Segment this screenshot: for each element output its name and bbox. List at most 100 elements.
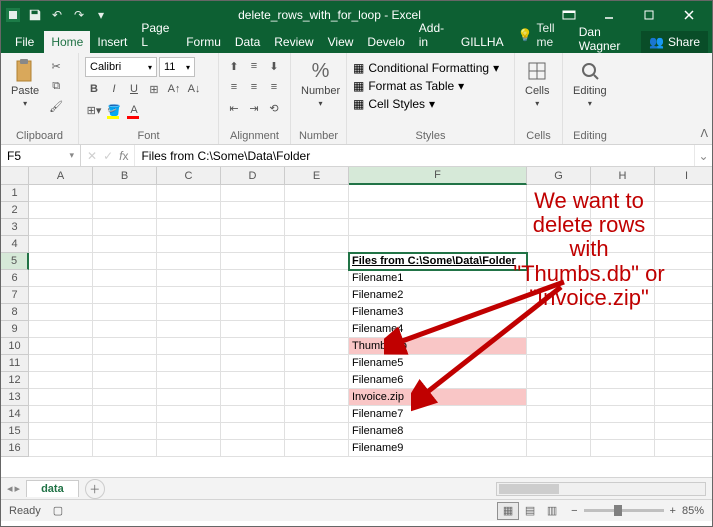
save-icon[interactable] [27, 7, 43, 23]
cell-E16[interactable] [285, 440, 349, 457]
cell-E15[interactable] [285, 423, 349, 440]
cell-F14[interactable]: Filename7 [349, 406, 527, 423]
cell-B12[interactable] [93, 372, 157, 389]
name-box[interactable]: F5▾ [1, 145, 81, 166]
cell-I5[interactable] [655, 253, 712, 270]
cell-B16[interactable] [93, 440, 157, 457]
tab-insert[interactable]: Insert [90, 31, 134, 53]
cell-C7[interactable] [157, 287, 221, 304]
cell-E8[interactable] [285, 304, 349, 321]
spreadsheet-grid[interactable]: ABCDEFGHIJ12345Files from C:\Some\Data\F… [1, 167, 712, 477]
align-left-icon[interactable]: ≡ [225, 78, 243, 96]
cell-A11[interactable] [29, 355, 93, 372]
cell-A1[interactable] [29, 185, 93, 202]
tab-file[interactable]: File [5, 31, 44, 53]
row-header-2[interactable]: 2 [1, 202, 29, 219]
align-top-icon[interactable]: ⬆ [225, 57, 243, 75]
cell-H8[interactable] [591, 304, 655, 321]
cell-E11[interactable] [285, 355, 349, 372]
cell-E14[interactable] [285, 406, 349, 423]
cell-G6[interactable] [527, 270, 591, 287]
cell-I6[interactable] [655, 270, 712, 287]
font-name-select[interactable]: Calibri ▾ [85, 57, 157, 77]
cell-C14[interactable] [157, 406, 221, 423]
cell-A4[interactable] [29, 236, 93, 253]
cell-D1[interactable] [221, 185, 285, 202]
font-size-select[interactable]: 11 ▾ [159, 57, 195, 77]
cell-B2[interactable] [93, 202, 157, 219]
cell-A5[interactable] [29, 253, 93, 270]
cell-E9[interactable] [285, 321, 349, 338]
cell-B8[interactable] [93, 304, 157, 321]
cell-B1[interactable] [93, 185, 157, 202]
align-center-icon[interactable]: ≡ [245, 78, 263, 96]
user-name[interactable]: Dan Wagner [571, 25, 641, 53]
cell-I14[interactable] [655, 406, 712, 423]
cell-B9[interactable] [93, 321, 157, 338]
row-header-13[interactable]: 13 [1, 389, 29, 406]
fx-icon[interactable]: fx [119, 149, 128, 163]
zoom-in-icon[interactable]: + [670, 505, 676, 517]
cell-I11[interactable] [655, 355, 712, 372]
cell-A2[interactable] [29, 202, 93, 219]
tab-developer[interactable]: Develo [360, 31, 411, 53]
sheet-prev-icon[interactable]: ◂ [7, 482, 13, 495]
row-header-1[interactable]: 1 [1, 185, 29, 202]
cell-A15[interactable] [29, 423, 93, 440]
tab-formulas[interactable]: Formu [179, 31, 228, 53]
cell-C12[interactable] [157, 372, 221, 389]
cell-D11[interactable] [221, 355, 285, 372]
cell-H15[interactable] [591, 423, 655, 440]
col-header-I[interactable]: I [655, 167, 712, 185]
cell-A12[interactable] [29, 372, 93, 389]
cell-F6[interactable]: Filename1 [349, 270, 527, 287]
cell-H12[interactable] [591, 372, 655, 389]
col-header-C[interactable]: C [157, 167, 221, 185]
cell-F10[interactable]: Thumbs.db [349, 338, 527, 355]
cell-B5[interactable] [93, 253, 157, 270]
tab-page-layout[interactable]: Page L [134, 17, 179, 53]
undo-icon[interactable]: ↶ [49, 7, 65, 23]
conditional-formatting-button[interactable]: ▦Conditional Formatting ▾ [353, 61, 499, 75]
cell-C8[interactable] [157, 304, 221, 321]
format-painter-icon[interactable]: 🖌 [47, 97, 65, 115]
row-header-12[interactable]: 12 [1, 372, 29, 389]
cell-D15[interactable] [221, 423, 285, 440]
cell-E5[interactable] [285, 253, 349, 270]
orientation-icon[interactable]: ⟲ [265, 99, 283, 117]
page-break-view-icon[interactable]: ▥ [541, 502, 563, 520]
cell-G8[interactable] [527, 304, 591, 321]
cell-C16[interactable] [157, 440, 221, 457]
cell-A14[interactable] [29, 406, 93, 423]
editing-button[interactable]: Editing ▾ [569, 57, 611, 110]
macro-record-icon[interactable]: ▢ [53, 504, 63, 517]
cell-G2[interactable] [527, 202, 591, 219]
row-header-9[interactable]: 9 [1, 321, 29, 338]
redo-icon[interactable]: ↷ [71, 7, 87, 23]
cell-H3[interactable] [591, 219, 655, 236]
cell-G14[interactable] [527, 406, 591, 423]
cell-I8[interactable] [655, 304, 712, 321]
fill-color-button[interactable]: 🪣 [105, 101, 123, 119]
cell-D7[interactable] [221, 287, 285, 304]
cell-H16[interactable] [591, 440, 655, 457]
cell-A10[interactable] [29, 338, 93, 355]
cell-D6[interactable] [221, 270, 285, 287]
tab-home[interactable]: Home [44, 31, 90, 53]
cell-G15[interactable] [527, 423, 591, 440]
cell-F16[interactable]: Filename9 [349, 440, 527, 457]
paste-button[interactable]: Paste ▾ [7, 57, 43, 110]
format-as-table-button[interactable]: ▦Format as Table ▾ [353, 79, 464, 93]
cell-H1[interactable] [591, 185, 655, 202]
enter-formula-icon[interactable]: ✓ [103, 149, 113, 163]
cell-H14[interactable] [591, 406, 655, 423]
cell-D13[interactable] [221, 389, 285, 406]
qat-more-icon[interactable]: ▾ [93, 7, 109, 23]
col-header-A[interactable]: A [29, 167, 93, 185]
col-header-E[interactable]: E [285, 167, 349, 185]
cell-C1[interactable] [157, 185, 221, 202]
cell-I9[interactable] [655, 321, 712, 338]
cell-F4[interactable] [349, 236, 527, 253]
cell-E7[interactable] [285, 287, 349, 304]
row-header-6[interactable]: 6 [1, 270, 29, 287]
